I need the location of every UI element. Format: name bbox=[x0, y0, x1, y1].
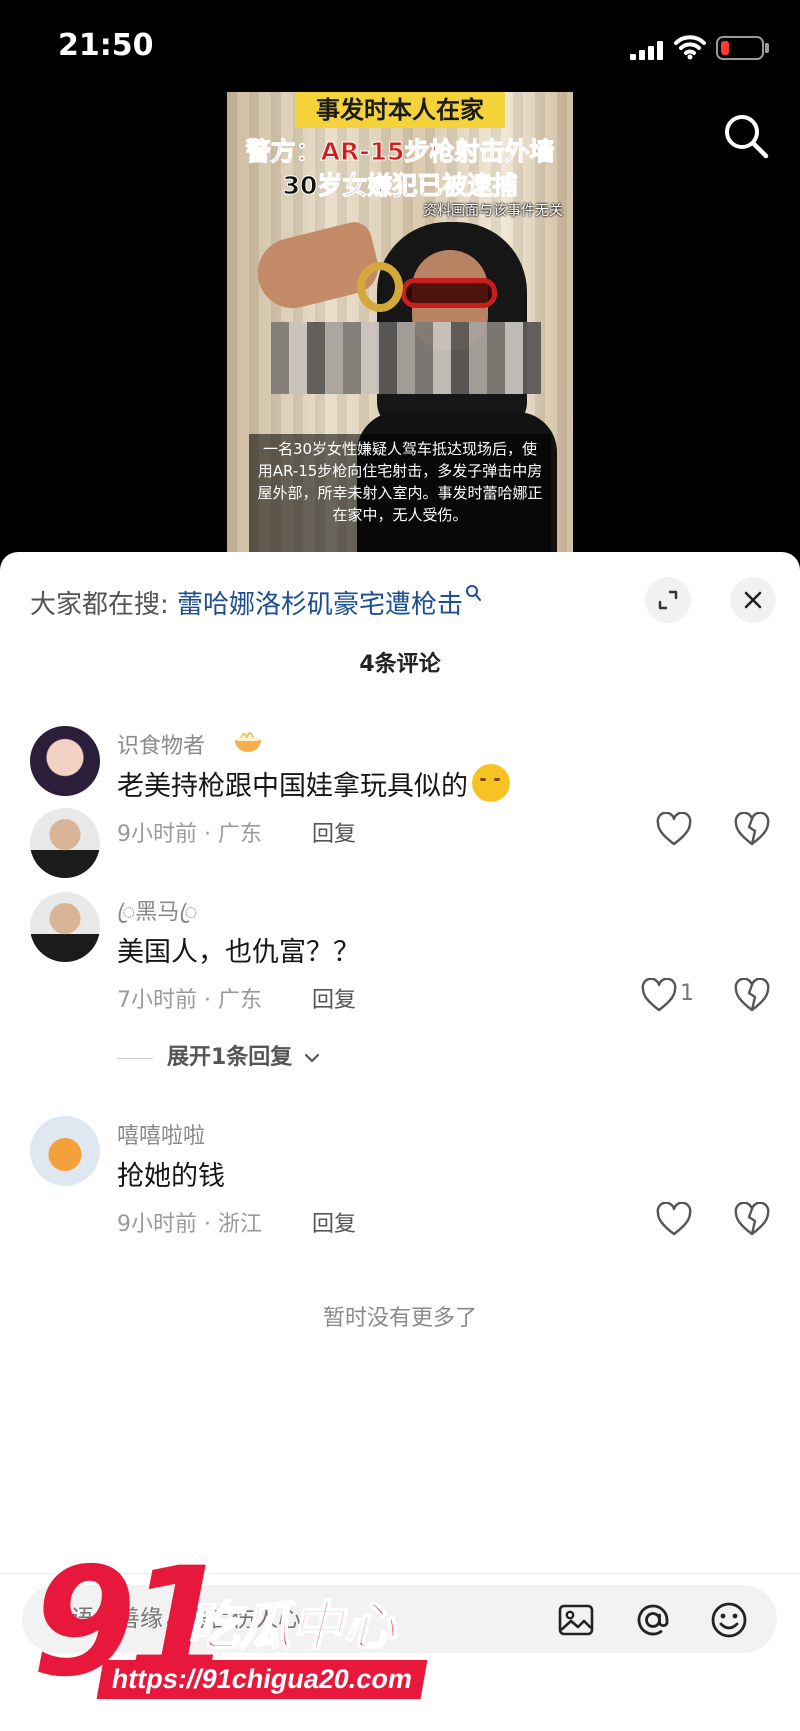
avatar[interactable] bbox=[30, 1116, 100, 1186]
at-icon[interactable] bbox=[634, 1601, 672, 1639]
heart-icon[interactable] bbox=[655, 812, 693, 848]
comment-username[interactable]: 嘻嘻啦啦 bbox=[117, 1118, 205, 1150]
status-bar: 21:50 bbox=[0, 0, 800, 92]
comment-input[interactable] bbox=[48, 1585, 478, 1653]
hot-search[interactable]: 大家都在搜: 蕾哈娜洛杉矶豪宅遭枪击 bbox=[30, 584, 482, 621]
image-icon[interactable] bbox=[557, 1601, 595, 1639]
broken-heart-icon[interactable] bbox=[733, 1202, 771, 1238]
search-icon bbox=[466, 585, 482, 601]
wifi-icon bbox=[674, 35, 706, 60]
heart-icon[interactable] bbox=[655, 1202, 693, 1238]
status-time: 21:50 bbox=[58, 28, 154, 63]
noodle-bowl-icon bbox=[235, 732, 261, 752]
signal-icon bbox=[630, 40, 666, 60]
reply-button[interactable]: 回复 bbox=[312, 982, 356, 1014]
close-button[interactable] bbox=[730, 577, 776, 623]
broken-heart-icon[interactable] bbox=[733, 812, 771, 848]
video-frame: 事发时本人在家 警方：AR-15步枪射击外墙 30岁女嫌犯已被逮捕 资料画面与该… bbox=[227, 92, 573, 562]
video-caption: 一名30岁女性嫌疑人驾车抵达现场后，使用AR-15步枪向住宅射击，多发子弹击中房… bbox=[249, 434, 551, 562]
comment-text: 老美持枪跟中国娃拿玩具似的 bbox=[117, 764, 510, 803]
avatar[interactable] bbox=[30, 726, 100, 796]
avatar[interactable] bbox=[30, 808, 100, 878]
reply-button[interactable]: 回复 bbox=[312, 816, 356, 848]
heart-icon[interactable] bbox=[640, 978, 678, 1014]
video-player[interactable]: 事发时本人在家 警方：AR-15步枪射击外墙 30岁女嫌犯已被逮捕 资料画面与该… bbox=[0, 92, 800, 562]
reply-button[interactable]: 回复 bbox=[312, 1206, 356, 1238]
video-disclaimer: 资料画面与该事件无关 bbox=[423, 203, 563, 219]
expand-replies-button[interactable]: 展开1条回复 bbox=[117, 1039, 417, 1071]
chevron-down-icon bbox=[304, 1053, 320, 1063]
comment-text: 美国人，也仇富？？ bbox=[117, 937, 360, 968]
mosaic-blur bbox=[271, 322, 541, 394]
comment-username[interactable]: 识食物者 bbox=[117, 728, 205, 760]
search-icon[interactable] bbox=[722, 112, 770, 160]
close-icon bbox=[744, 591, 762, 609]
avatar[interactable] bbox=[30, 892, 100, 962]
like-count: 1 bbox=[680, 981, 694, 1006]
comment-input-bar bbox=[22, 1585, 777, 1653]
emoji-icon[interactable] bbox=[710, 1601, 748, 1639]
comment-count: 4条评论 bbox=[359, 652, 441, 677]
expand-button[interactable] bbox=[645, 577, 691, 623]
video-banner: 事发时本人在家 bbox=[295, 92, 505, 128]
expand-icon bbox=[658, 590, 678, 610]
hot-search-prefix: 大家都在搜: bbox=[30, 590, 169, 620]
no-more-text: 暂时没有更多了 bbox=[322, 1306, 477, 1331]
comment-meta: 9小时前 · 广东 bbox=[117, 822, 262, 847]
sunglasses bbox=[401, 278, 497, 308]
hot-search-term[interactable]: 蕾哈娜洛杉矶豪宅遭枪击 bbox=[177, 590, 463, 620]
comment-meta: 7小时前 · 广东 bbox=[117, 988, 262, 1013]
video-headline-2: 30岁女嫌犯已被逮捕 bbox=[282, 171, 518, 201]
broken-heart-icon[interactable] bbox=[733, 978, 771, 1014]
video-headline-1: 警方：AR-15步枪射击外墙 bbox=[245, 137, 555, 167]
battery-icon bbox=[716, 36, 764, 60]
comment-text: 抢她的钱 bbox=[117, 1161, 225, 1192]
shushing-face-icon bbox=[472, 764, 510, 802]
comment-meta: 9小时前 · 浙江 bbox=[117, 1212, 262, 1237]
